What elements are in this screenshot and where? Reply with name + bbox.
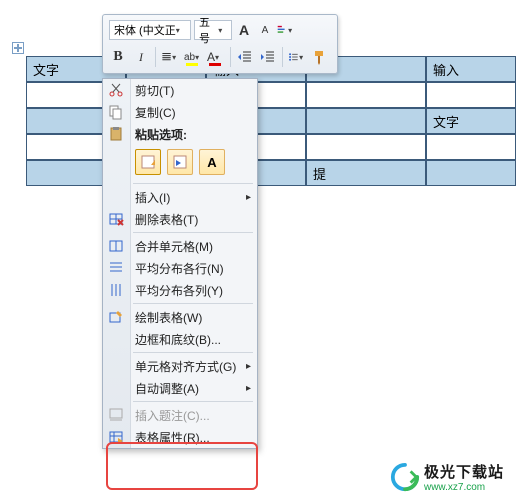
copy-icon <box>107 103 125 121</box>
table-cell[interactable] <box>306 134 426 160</box>
menu-separator <box>133 352 253 353</box>
menu-separator <box>133 232 253 233</box>
distribute-cols-icon <box>107 281 125 299</box>
bold-button[interactable]: B <box>109 47 127 67</box>
logo-icon <box>390 462 420 492</box>
menu-insert-caption[interactable]: 插入题注(C)... <box>103 404 257 426</box>
menu-copy[interactable]: 复制(C) <box>103 101 257 123</box>
logo-name: 极光下载站 <box>424 461 504 482</box>
menu-table-properties[interactable]: 表格属性(R)... <box>103 426 257 448</box>
menu-draw-table[interactable]: 绘制表格(W) <box>103 306 257 328</box>
styles-button[interactable]: ▾ <box>277 20 295 40</box>
table[interactable]: 文字 输入 输入 文字 提 <box>26 56 516 186</box>
bullets-button[interactable]: ▾ <box>288 47 306 67</box>
annotation-highlight <box>106 442 258 490</box>
draw-table-icon <box>107 308 125 326</box>
caption-icon <box>107 406 125 424</box>
grow-font-button[interactable]: A <box>235 20 253 40</box>
menu-paste-options-label: 粘贴选项: <box>103 123 257 145</box>
menu-separator <box>133 303 253 304</box>
table-cell[interactable]: 文字 <box>426 108 516 134</box>
menu-separator <box>133 401 253 402</box>
brush-icon <box>312 49 328 65</box>
table-row: 文字 <box>26 108 516 134</box>
paste-text-only[interactable]: A <box>199 149 225 175</box>
context-menu: 剪切(T) 复制(C) 粘贴选项: A 插入(I)▸ 删除表格(T) 合并单元格… <box>102 78 258 449</box>
table-cell[interactable] <box>426 82 516 108</box>
indent-right-icon <box>260 49 276 65</box>
separator <box>155 47 156 67</box>
menu-distribute-cols[interactable]: 平均分布各列(Y) <box>103 279 257 301</box>
paste-options: A <box>103 145 257 181</box>
decrease-indent-button[interactable] <box>236 47 254 67</box>
table-cell[interactable] <box>306 108 426 134</box>
menu-delete-table[interactable]: 删除表格(T) <box>103 208 257 230</box>
paste-source-icon <box>140 154 156 170</box>
menu-cut[interactable]: 剪切(T) <box>103 79 257 101</box>
chevron-right-icon: ▸ <box>246 192 251 203</box>
clipboard-icon <box>107 125 125 143</box>
mini-toolbar: 宋体 (中文正▾ 五号▾ A A ▾ B I ▾ ab▾ A▾ ▾ <box>102 14 338 74</box>
table-cell[interactable]: 提 <box>306 160 426 186</box>
align-button[interactable]: ▾ <box>161 47 179 67</box>
site-logo: 极光下载站 www.xz7.com <box>390 461 504 493</box>
distribute-rows-icon <box>107 259 125 277</box>
align-icon <box>161 49 172 65</box>
separator <box>282 47 283 67</box>
menu-autofit[interactable]: 自动调整(A)▸ <box>103 377 257 399</box>
table-cell[interactable] <box>426 134 516 160</box>
menu-cell-alignment[interactable]: 单元格对齐方式(G)▸ <box>103 355 257 377</box>
menu-separator <box>133 183 253 184</box>
chevron-right-icon: ▸ <box>246 383 251 394</box>
bullets-icon <box>288 49 299 65</box>
table-row <box>26 82 516 108</box>
table-row: 提 <box>26 160 516 186</box>
indent-left-icon <box>237 49 253 65</box>
menu-distribute-rows[interactable]: 平均分布各行(N) <box>103 257 257 279</box>
increase-indent-button[interactable] <box>259 47 277 67</box>
cut-icon <box>107 81 125 99</box>
table-cell[interactable] <box>306 82 426 108</box>
menu-insert[interactable]: 插入(I)▸ <box>103 186 257 208</box>
logo-url: www.xz7.com <box>424 482 504 493</box>
paste-merge[interactable] <box>167 149 193 175</box>
font-name-select[interactable]: 宋体 (中文正▾ <box>109 20 191 40</box>
table-anchor[interactable] <box>12 42 24 54</box>
font-size-select[interactable]: 五号▾ <box>194 20 232 40</box>
merge-cells-icon <box>107 237 125 255</box>
chevron-right-icon: ▸ <box>246 361 251 372</box>
menu-borders-shading[interactable]: 边框和底纹(B)... <box>103 328 257 350</box>
format-painter-button[interactable] <box>311 47 329 67</box>
highlight-button[interactable]: ab▾ <box>184 47 202 67</box>
text-a-icon: A <box>207 155 216 170</box>
menu-merge-cells[interactable]: 合并单元格(M) <box>103 235 257 257</box>
italic-button[interactable]: I <box>132 47 150 67</box>
table-properties-icon <box>107 428 125 446</box>
table-row <box>26 134 516 160</box>
table-cell[interactable] <box>426 160 516 186</box>
separator <box>230 47 231 67</box>
styles-icon <box>277 22 288 38</box>
font-color-button[interactable]: A▾ <box>207 47 225 67</box>
paste-keep-source[interactable] <box>135 149 161 175</box>
shrink-font-button[interactable]: A <box>256 20 274 40</box>
table-cell[interactable]: 输入 <box>426 56 516 82</box>
delete-table-icon <box>107 210 125 228</box>
paste-merge-icon <box>172 154 188 170</box>
